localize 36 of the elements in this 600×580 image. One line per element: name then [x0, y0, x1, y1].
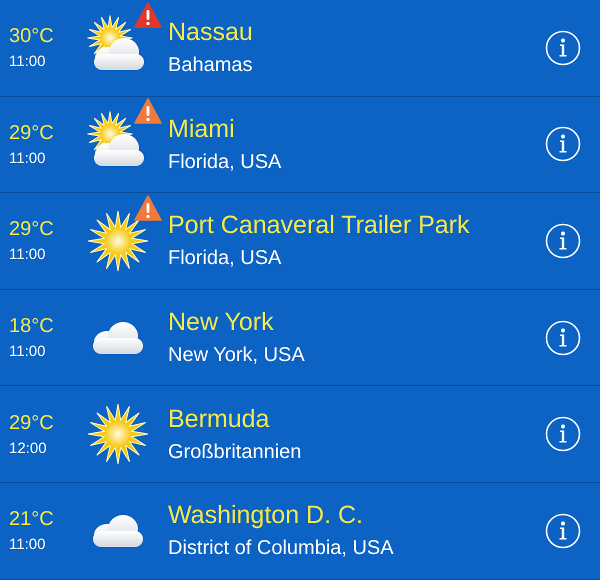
region-name: Großbritannien — [168, 442, 302, 462]
temperature: 29°C — [9, 219, 55, 240]
region-name: New York, USA — [168, 345, 306, 366]
region-name: Florida, USA — [168, 152, 282, 172]
time: 11:00 — [9, 247, 46, 262]
temperature: 21°C — [9, 509, 55, 530]
temperature: 29°C — [9, 122, 55, 143]
info-button[interactable] — [545, 126, 581, 162]
temperature: 30°C — [9, 26, 55, 46]
city-name: New York — [168, 310, 275, 336]
info-icon — [545, 512, 581, 549]
info-icon — [545, 126, 581, 162]
time: 11:00 — [9, 344, 46, 360]
info-button[interactable] — [545, 222, 581, 259]
time: 11:00 — [9, 150, 46, 166]
info-icon — [545, 222, 581, 259]
temperature: 29°C — [9, 412, 55, 433]
info-icon — [545, 416, 581, 452]
city-name: Bermuda — [168, 406, 270, 432]
info-button[interactable] — [545, 320, 581, 356]
info-icon — [545, 320, 581, 356]
info-button[interactable] — [545, 416, 581, 452]
time: 11:00 — [9, 54, 46, 70]
region-name: District of Columbia, USA — [168, 538, 395, 558]
info-button[interactable] — [545, 30, 581, 66]
city-name: Miami — [168, 116, 236, 142]
city-name: Port Canaveral Trailer Park — [168, 213, 471, 238]
info-icon — [545, 30, 581, 66]
temperature: 18°C — [9, 316, 55, 336]
region-name: Florida, USA — [168, 248, 282, 268]
time: 11:00 — [9, 537, 46, 552]
info-button[interactable] — [545, 512, 581, 549]
time: 12:00 — [9, 440, 48, 456]
region-name: Bahamas — [168, 55, 254, 76]
city-name: Nassau — [168, 20, 254, 46]
city-name: Washington D. C. — [168, 503, 364, 528]
